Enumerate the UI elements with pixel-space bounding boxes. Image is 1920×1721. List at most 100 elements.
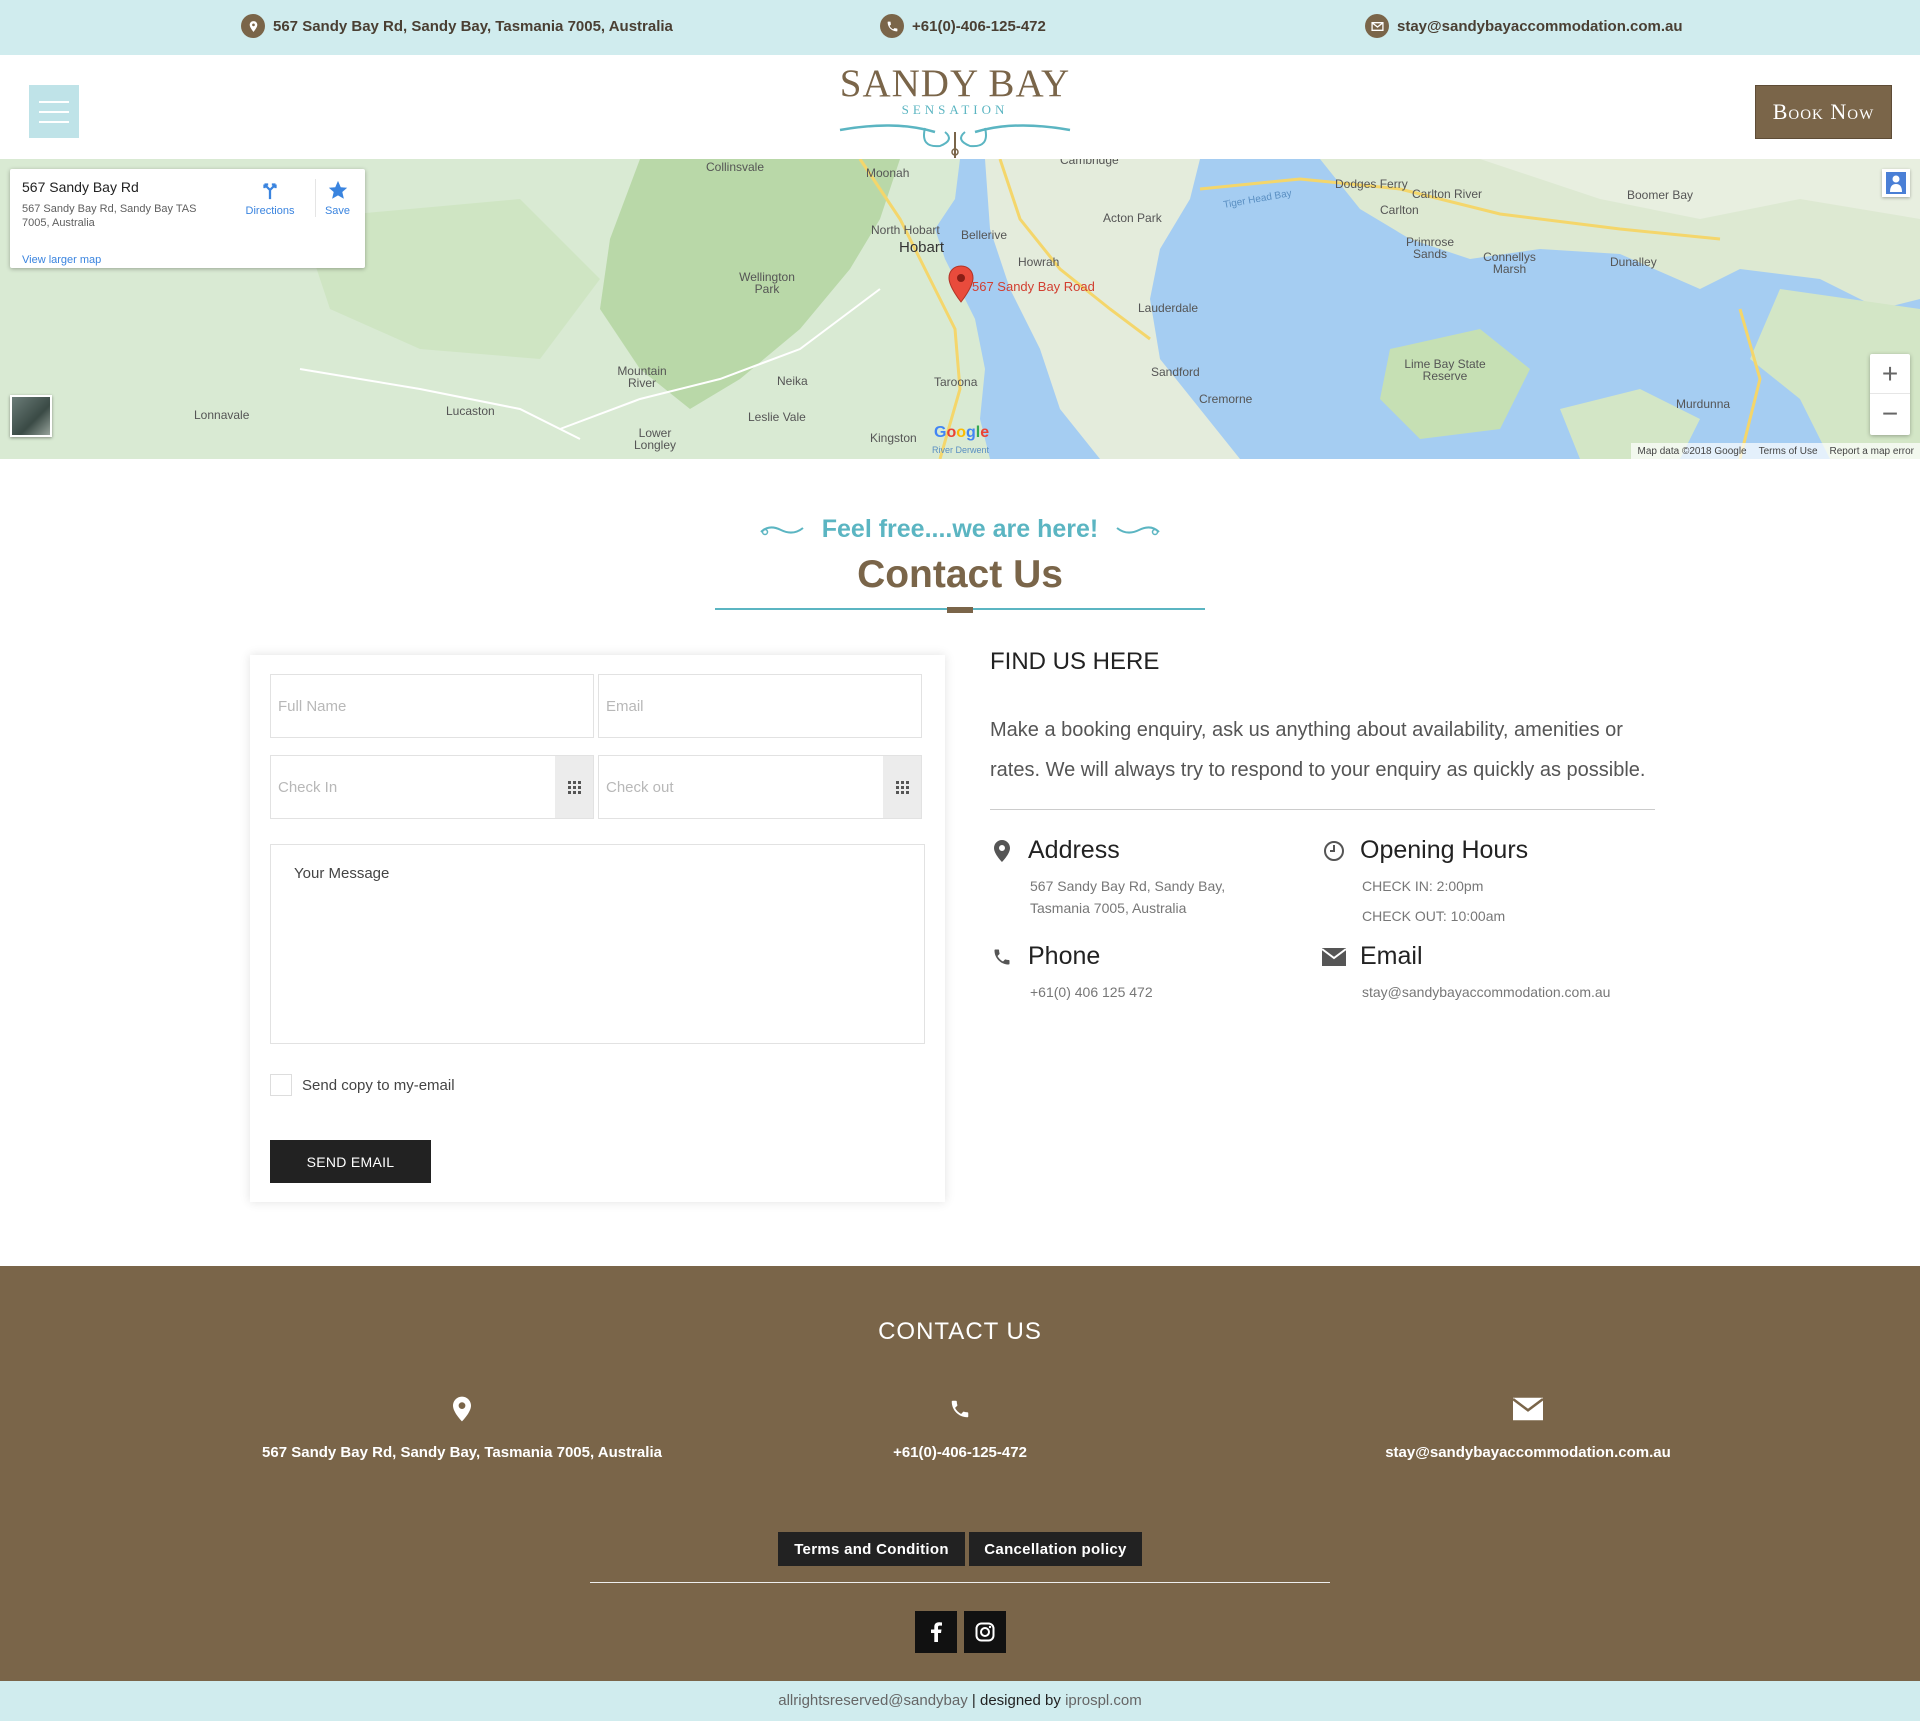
map-pin-icon [990, 839, 1014, 862]
map-marker-label: 567 Sandy Bay Road [972, 279, 1095, 294]
send-email-button[interactable]: SEND EMAIL [270, 1140, 431, 1183]
find-us-description: Make a booking enquiry, ask us anything … [990, 719, 1646, 781]
opening-hours-heading: Opening Hours [1360, 836, 1529, 864]
address-heading: Address [1028, 836, 1120, 864]
map-place-label: Lower Longley [633, 426, 677, 452]
satellite-view-toggle[interactable] [10, 395, 52, 437]
map-place-label: Taroona [934, 375, 978, 389]
calendar-grid-icon[interactable] [555, 756, 593, 818]
footer-divider [590, 1582, 1330, 1583]
designer-link[interactable]: iprospl.com [1065, 1692, 1142, 1709]
phone-icon [880, 14, 904, 38]
designed-by-label: designed by [979, 1692, 1061, 1709]
envelope-icon [1365, 14, 1389, 38]
map-place-label: Boomer Bay [1627, 188, 1694, 202]
map-report-link[interactable]: Report a map error [1830, 446, 1914, 457]
map-place-card: 567 Sandy Bay Rd 567 Sandy Bay Rd, Sandy… [10, 169, 365, 268]
email-input[interactable]: Email [598, 674, 922, 738]
map-place-label: Mountain River [617, 364, 667, 390]
book-now-button[interactable]: Book Now [1755, 85, 1892, 139]
menu-toggle-button[interactable] [29, 85, 79, 138]
map-data-attribution: Map data ©2018 Google [1637, 445, 1747, 457]
topbar-address[interactable]: 567 Sandy Bay Rd, Sandy Bay, Tasmania 70… [241, 14, 673, 38]
map-place-label: Acton Park [1103, 211, 1162, 225]
map-card-address: 567 Sandy Bay Rd, Sandy Bay TAS 7005, Au… [22, 203, 197, 229]
google-logo: Google [934, 424, 990, 441]
hamburger-icon-bar [39, 110, 69, 113]
envelope-icon [1513, 1397, 1543, 1421]
email-heading: Email [1360, 942, 1423, 970]
check-out-placeholder: Check out [606, 778, 674, 796]
calendar-grid-icon[interactable] [883, 756, 921, 818]
topbar-phone-text: +61(0)-406-125-472 [912, 17, 1046, 35]
clock-icon [1322, 840, 1346, 862]
phone-icon [951, 1400, 969, 1418]
map-place-label: Dodges Ferry [1335, 177, 1408, 191]
address-info: Address 567 Sandy Bay Rd, Sandy Bay, Tas… [990, 836, 1310, 919]
map-pin-icon [241, 14, 265, 38]
cancellation-policy-button[interactable]: Cancellation policy [969, 1532, 1142, 1566]
topbar-phone[interactable]: +61(0)-406-125-472 [880, 14, 1046, 38]
topbar-email[interactable]: stay@sandybayaccommodation.com.au [1365, 14, 1683, 38]
hamburger-icon-bar [39, 120, 69, 123]
directions-icon [263, 183, 277, 200]
zoom-in-button[interactable]: + [1870, 354, 1910, 394]
save-label: Save [324, 205, 351, 217]
address-line-1: 567 Sandy Bay Rd, Sandy Bay, [1030, 878, 1226, 894]
check-out-input[interactable]: Check out [598, 755, 922, 819]
opening-hours-info: Opening Hours CHECK IN: 2:00pm CHECK OUT… [1322, 836, 1642, 927]
map-place-label: Leslie Vale [748, 410, 806, 424]
map-card-title: 567 Sandy Bay Rd [22, 179, 139, 195]
site-footer: CONTACT US 567 Sandy Bay Rd, Sandy Bay, … [0, 1266, 1920, 1681]
view-larger-map-link[interactable]: View larger map [22, 254, 101, 266]
footer-phone[interactable]: +61(0)-406-125-472 [860, 1396, 1060, 1461]
map-terms-link[interactable]: Terms of Use [1759, 446, 1818, 457]
star-icon [328, 180, 347, 199]
phone-number[interactable]: +61(0) 406 125 472 [1030, 981, 1310, 1003]
logo-title: SANDY BAY [839, 62, 1071, 105]
map-marker-icon[interactable] [948, 265, 974, 303]
check-in-input[interactable]: Check In [270, 755, 594, 819]
send-copy-option: Send copy to my-email [270, 1074, 455, 1096]
footer-address[interactable]: 567 Sandy Bay Rd, Sandy Bay, Tasmania 70… [244, 1396, 680, 1461]
check-out-time: CHECK OUT: 10:00am [1362, 908, 1506, 924]
page-title: Contact Us [857, 553, 1063, 596]
footer-email[interactable]: stay@sandybayaccommodation.com.au [1372, 1396, 1684, 1461]
check-in-placeholder: Check In [278, 778, 338, 796]
message-textarea[interactable]: Your Message [270, 844, 925, 1044]
save-place-button[interactable]: Save [315, 179, 359, 217]
top-info-bar: 567 Sandy Bay Rd, Sandy Bay, Tasmania 70… [0, 0, 1920, 55]
map-zoom-control: + − [1870, 354, 1910, 435]
footer-phone-text: +61(0)-406-125-472 [893, 1444, 1027, 1461]
map-place-label: Dunalley [1610, 255, 1657, 269]
email-address[interactable]: stay@sandybayaccommodation.com.au [1362, 981, 1642, 1003]
map-place-label: Carlton [1380, 203, 1419, 217]
find-us-heading: FIND US HERE [990, 648, 1160, 675]
phone-icon [990, 947, 1014, 967]
location-map[interactable]: Collinsvale Moonah Cambridge North Hobar… [0, 159, 1920, 459]
full-name-input[interactable]: Full Name [270, 674, 594, 738]
directions-button[interactable]: Directions [238, 179, 302, 217]
facebook-button[interactable] [915, 1611, 957, 1653]
map-place-label: Cambridge [1060, 159, 1119, 167]
terms-button[interactable]: Terms and Condition [778, 1532, 965, 1566]
send-copy-label: Send copy to my-email [302, 1076, 455, 1094]
zoom-out-button[interactable]: − [1870, 394, 1910, 434]
map-place-label: Wellington Park [739, 270, 795, 296]
swirl-ornament-icon [760, 526, 804, 536]
contact-tagline: Feel free....we are here! [0, 515, 1920, 544]
footer-title: CONTACT US [878, 1318, 1042, 1345]
instagram-button[interactable] [964, 1611, 1006, 1653]
hamburger-icon-bar [39, 100, 69, 103]
send-copy-checkbox[interactable] [270, 1074, 292, 1096]
check-in-time: CHECK IN: 2:00pm [1362, 878, 1484, 894]
logo-ornament-icon [839, 124, 1071, 158]
contact-tagline-text: Feel free....we are here! [821, 515, 1099, 543]
site-header: SANDY BAY SENSATION Book Now [0, 55, 1920, 159]
map-place-label: Neika [777, 374, 808, 388]
map-place-label: Primrose Sands [1405, 235, 1454, 261]
map-place-label: North Hobart [871, 223, 940, 237]
site-logo[interactable]: SANDY BAY SENSATION [835, 60, 1075, 158]
map-place-label: Howrah [1018, 255, 1060, 269]
street-view-button[interactable] [1882, 169, 1910, 197]
